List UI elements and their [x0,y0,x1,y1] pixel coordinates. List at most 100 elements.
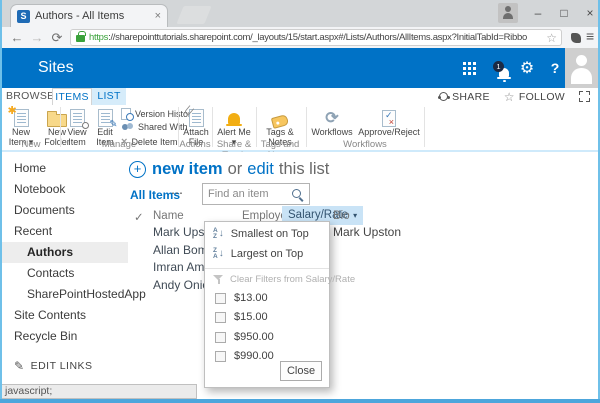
browser-window: S Authors - All Items × – □ × ← → ⟳ http… [0,0,600,403]
approve-reject-button[interactable]: ✓ × Approve/Reject [356,106,422,138]
filter-checkbox[interactable] [215,311,226,323]
tab-browse[interactable]: BROWSE [6,88,54,105]
column-header-bio[interactable]: Bio [333,210,350,222]
notifications-button[interactable]: 1 [484,48,510,88]
sort-largest-option[interactable]: ZA ↓ Largest on Top [213,247,303,260]
window-border [0,0,2,403]
column-header-name[interactable]: Name [153,210,184,222]
sidebar-item-documents[interactable]: Documents [0,200,128,221]
help-icon: ? [550,60,560,76]
select-all-check-icon[interactable]: ✓ [134,210,144,224]
browser-menu-icon[interactable]: ≡ [586,28,594,44]
filter-checkbox[interactable] [215,331,226,343]
menu-divider [205,268,329,269]
back-icon[interactable]: ← [8,29,26,46]
search-input[interactable] [208,185,288,203]
sidebar-item-recent[interactable]: Recent [0,221,128,242]
sidebar-item-home[interactable]: Home [0,158,128,179]
table-cell-bio: Mark Upston [333,225,402,239]
sidebar-item-notebook[interactable]: Notebook [0,179,128,200]
browser-profile-icon[interactable] [498,3,518,23]
bookmark-star-icon[interactable]: ☆ [546,31,557,45]
sidebar-item-authors[interactable]: Authors [0,242,128,263]
edit-item-icon: ✎ [97,109,118,130]
shared-with-icon [121,122,134,132]
https-lock-icon [76,31,86,42]
close-button[interactable]: × [579,4,600,22]
pencil-icon: ✎ [14,359,25,373]
search-icon[interactable] [292,189,304,201]
filter-checkbox[interactable] [215,292,226,304]
filter-checkbox[interactable] [215,350,226,362]
address-bar[interactable]: https://sharepointtutorials.sharepoint.c… [70,29,562,46]
url-text: https://sharepointtutorials.sharepoint.c… [89,32,527,43]
forward-icon[interactable]: → [28,29,46,46]
new-tab-button[interactable] [176,6,212,24]
sort-ascending-icon: AZ ↓ [213,227,224,240]
sharepoint-suite-bar: Sites 1 ⚙ ? [0,48,600,88]
filter-value-option[interactable]: $990.00 [215,350,274,362]
grid-icon [462,61,476,75]
page-content: Home Notebook Documents Recent Authors C… [0,152,600,399]
follow-button[interactable]: ☆ FOLLOW [504,90,565,104]
clear-filters-option-disabled: Clear Filters from Salary/Rate [213,274,355,285]
approve-reject-icon: ✓ × [382,110,396,127]
ribbon-tab-row: BROWSE ITEMS LIST SHARE ☆ FOLLOW [0,88,600,105]
heading-or-text: or [227,160,243,178]
share-button[interactable]: SHARE [437,91,490,103]
search-box [202,183,310,205]
focus-mode-icon[interactable] [579,91,590,102]
reload-icon[interactable]: ⟳ [48,29,66,46]
page-title: + new item or edit this list [129,160,334,179]
sort-smallest-option[interactable]: AZ ↓ Smallest on Top [213,227,309,240]
share-icon [437,92,450,101]
window-border [0,399,600,403]
minimize-button[interactable]: – [527,4,549,22]
filter-value-option[interactable]: $950.00 [215,331,274,343]
maximize-button[interactable]: □ [553,4,575,22]
chevron-down-icon: ▾ [353,211,358,220]
quick-launch-nav: Home Notebook Documents Recent Authors C… [0,158,146,347]
tab-items[interactable]: ITEMS [52,88,92,105]
follow-star-icon: ☆ [503,89,515,104]
group-label-new: New [21,139,41,150]
gear-icon: ⚙ [519,60,535,77]
attach-file-icon [183,105,204,127]
ribbon: ✱ New Item ▾ New Folder New View Item ✎ … [0,105,600,161]
plus-circle-icon[interactable]: + [129,161,146,178]
app-launcher-icon[interactable] [456,48,482,88]
view-options-ellipsis[interactable]: ⋯ [171,186,184,200]
group-label-workflows: Workflows [343,139,387,150]
url-scheme: https [89,32,109,43]
alert-me-icon [226,113,242,127]
browser-tab[interactable]: S Authors - All Items × [10,4,168,27]
filter-value-option[interactable]: $13.00 [215,292,268,304]
version-history-icon [121,108,134,121]
group-label-actions: Actions [179,139,211,150]
workflows-icon: ⟳ [325,110,339,127]
edit-links-button[interactable]: ✎ EDIT LINKS [14,359,93,373]
heading-rest-text: this list [278,160,330,178]
workflows-button[interactable]: ⟳ Workflows [310,106,354,138]
edit-list-link[interactable]: edit [247,160,274,179]
tab-list[interactable]: LIST [92,88,126,105]
user-avatar[interactable] [565,48,598,88]
status-tooltip: javascript; [0,384,197,399]
sidebar-item-recycle-bin[interactable]: Recycle Bin [0,326,128,347]
view-item-icon [69,109,89,129]
sort-descending-icon: ZA ↓ [213,247,224,260]
clear-filter-icon [213,274,224,285]
new-item-link[interactable]: new item [152,160,223,179]
new-item-icon: ✱ [8,105,29,127]
settings-button[interactable]: ⚙ [514,48,540,88]
tab-title: Authors - All Items [35,10,125,22]
extension-icon[interactable] [571,33,581,43]
sidebar-item-contacts[interactable]: Contacts [0,263,128,284]
sharepoint-favicon-icon: S [17,9,30,23]
sidebar-item-site-contents[interactable]: Site Contents [0,305,128,326]
tab-close-icon[interactable]: × [155,10,161,22]
suite-bar-title[interactable]: Sites [38,48,74,88]
close-filter-button[interactable]: Close [280,361,322,381]
sidebar-item-sharepointhostedapp[interactable]: SharePointHostedApp [0,284,146,305]
filter-value-option[interactable]: $15.00 [215,311,268,323]
